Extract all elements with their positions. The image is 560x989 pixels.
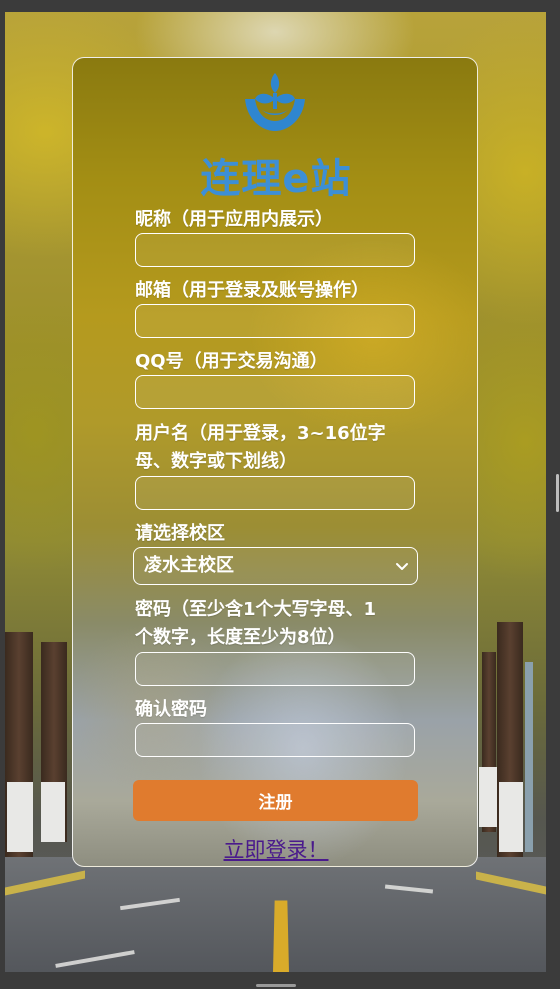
username-label-line1: 用户名（用于登录，3~16位字: [135, 423, 386, 444]
password-label-line1: 密码（至少含1个大写字母、1: [135, 599, 377, 620]
campus-label: 请选择校区: [135, 523, 225, 544]
confirm-password-label: 确认密码: [135, 699, 207, 720]
email-input[interactable]: [135, 304, 415, 338]
email-label: 邮箱（用于登录及账号操作）: [135, 280, 369, 301]
login-link[interactable]: 立即登录！: [73, 834, 477, 864]
register-card: 连理e站 昵称（用于应用内展示） 邮箱（用于登录及账号操作） QQ号（用于交易沟…: [72, 57, 478, 867]
username-input[interactable]: [135, 476, 415, 510]
qq-input[interactable]: [135, 375, 415, 409]
sprout-hand-logo-icon: [245, 73, 305, 131]
nickname-label: 昵称（用于应用内展示）: [135, 209, 333, 230]
username-label-line2: 母、数字或下划线）: [135, 451, 297, 472]
road-center-line: [273, 900, 289, 972]
tree-trunk-whitewash: [41, 782, 65, 842]
tree-trunk-whitewash: [499, 782, 523, 852]
street-pole: [525, 662, 533, 852]
login-link-text[interactable]: 立即登录！: [224, 838, 329, 862]
password-label-line2: 个数字，长度至少为8位）: [135, 627, 346, 648]
register-button[interactable]: 注册: [133, 780, 418, 821]
campus-select[interactable]: 凌水主校区: [133, 547, 418, 585]
qq-label: QQ号（用于交易沟通）: [135, 351, 328, 372]
campus-selected-value: 凌水主校区: [144, 555, 234, 576]
resize-handle[interactable]: [556, 474, 559, 512]
chevron-down-icon: [396, 563, 408, 570]
home-indicator[interactable]: [256, 984, 296, 987]
tree-trunk-whitewash: [479, 767, 497, 827]
tree-trunk-whitewash: [7, 782, 33, 852]
window-top-edge: [0, 0, 560, 12]
confirm-password-input[interactable]: [135, 723, 415, 757]
nickname-input[interactable]: [135, 233, 415, 267]
window-left-edge: [0, 0, 5, 989]
password-input[interactable]: [135, 652, 415, 686]
brand-title: 连理e站: [200, 156, 352, 202]
